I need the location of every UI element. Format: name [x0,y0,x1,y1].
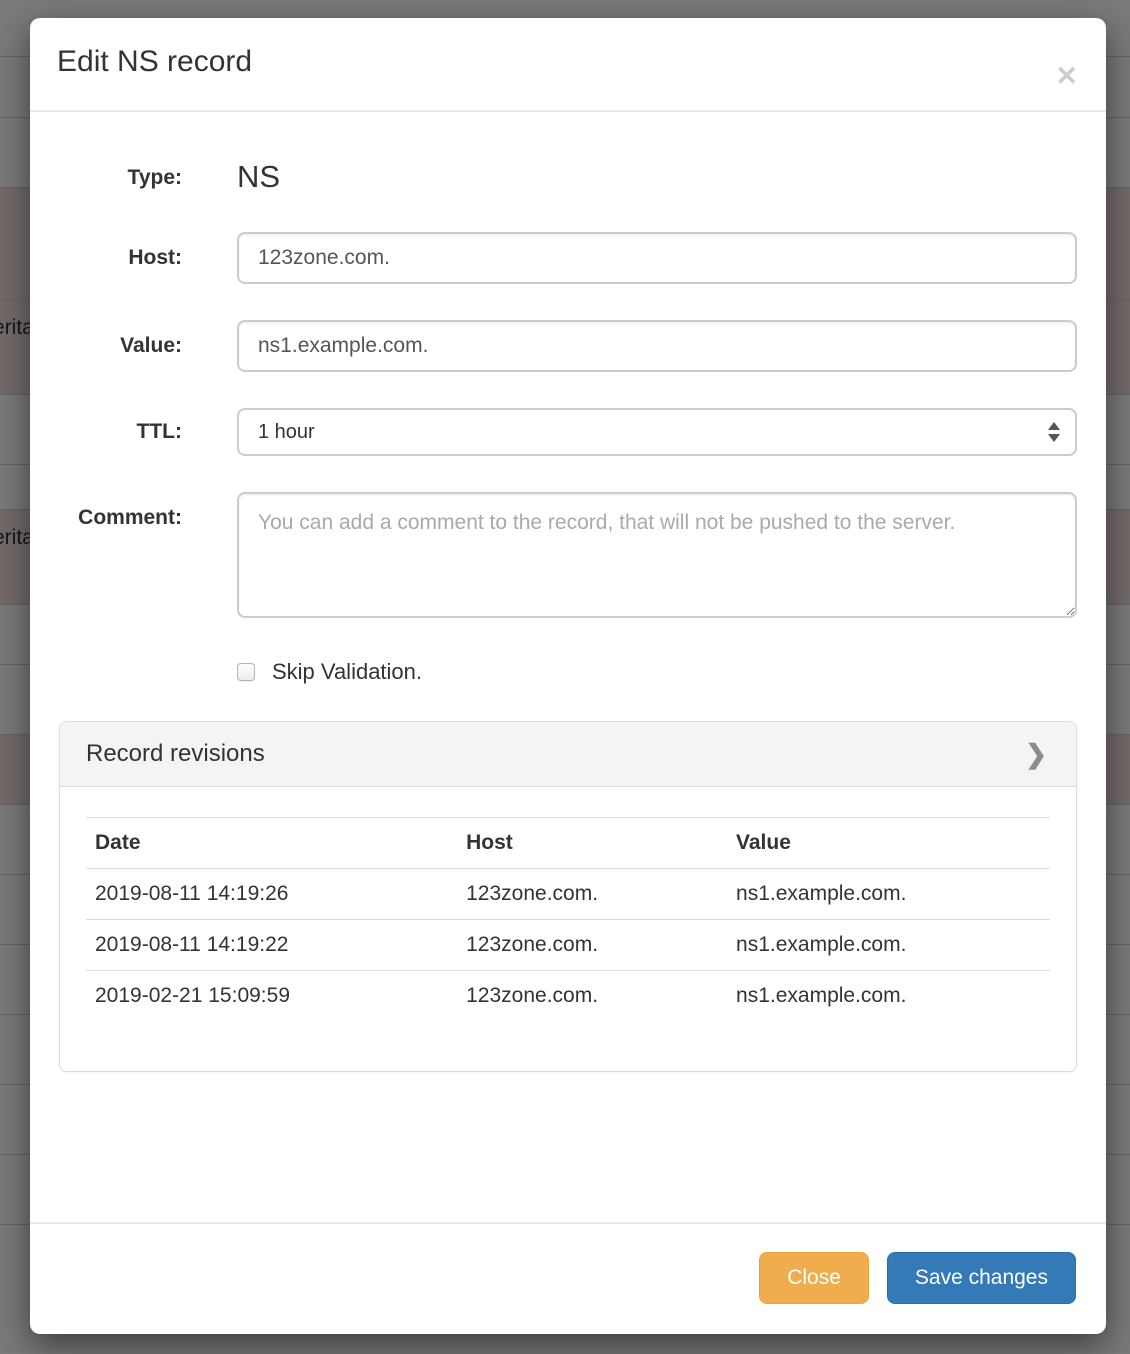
value-form-row: Value: [30,320,1106,372]
type-label: Type: [57,152,182,196]
edit-ns-record-modal: Edit NS record ✕ Type: NS Host: Value: T… [30,18,1106,1334]
save-changes-button[interactable]: Save changes [887,1252,1076,1304]
revisions-col-date: Date [86,818,457,869]
modal-footer: Close Save changes [30,1222,1106,1334]
table-row: 2019-02-21 15:09:59 123zone.com. ns1.exa… [86,971,1050,1022]
ttl-select[interactable]: 1 hour [237,408,1077,456]
modal-body: Type: NS Host: Value: TTL: 1 hour [30,112,1106,1222]
ttl-form-row: TTL: 1 hour [30,408,1106,456]
host-input[interactable] [237,232,1077,284]
record-revisions-header[interactable]: Record revisions ❯ [60,722,1076,787]
value-input[interactable] [237,320,1077,372]
record-revisions-panel: Record revisions ❯ Date Host Value [59,721,1077,1072]
comment-textarea[interactable] [237,492,1077,618]
modal-header: Edit NS record ✕ [30,18,1106,112]
host-label: Host: [57,232,182,284]
revision-date: 2019-08-11 14:19:26 [86,869,457,920]
revisions-table: Date Host Value 2019-08-11 14:19:26 123z… [86,817,1050,1021]
revision-date: 2019-02-21 15:09:59 [86,971,457,1022]
type-form-row: Type: NS [30,152,1106,196]
revision-host: 123zone.com. [457,920,727,971]
revision-date: 2019-08-11 14:19:22 [86,920,457,971]
record-revisions-body: Date Host Value 2019-08-11 14:19:26 123z… [60,787,1076,1071]
revision-value: ns1.example.com. [727,920,1050,971]
table-row: 2019-08-11 14:19:26 123zone.com. ns1.exa… [86,869,1050,920]
skip-validation-label: Skip Validation. [272,659,422,685]
revision-host: 123zone.com. [457,971,727,1022]
close-button[interactable]: Close [759,1252,869,1304]
chevron-right-icon: ❯ [1025,741,1047,767]
modal-title: Edit NS record [57,44,1079,80]
revision-value: ns1.example.com. [727,869,1050,920]
type-value: NS [237,152,1077,196]
revisions-col-value: Value [727,818,1050,869]
revisions-header-row: Date Host Value [86,818,1050,869]
close-icon[interactable]: ✕ [1055,66,1078,86]
revision-host: 123zone.com. [457,869,727,920]
skip-validation-checkbox[interactable] [237,663,255,681]
table-row: 2019-08-11 14:19:22 123zone.com. ns1.exa… [86,920,1050,971]
record-revisions-title: Record revisions [86,740,265,768]
value-label: Value: [57,320,182,372]
host-form-row: Host: [30,232,1106,284]
comment-form-row: Comment: [30,492,1106,623]
revisions-col-host: Host [457,818,727,869]
revision-value: ns1.example.com. [727,971,1050,1022]
ttl-label: TTL: [57,408,182,456]
comment-label: Comment: [57,492,182,623]
skip-validation-row: Skip Validation. [30,659,1106,685]
